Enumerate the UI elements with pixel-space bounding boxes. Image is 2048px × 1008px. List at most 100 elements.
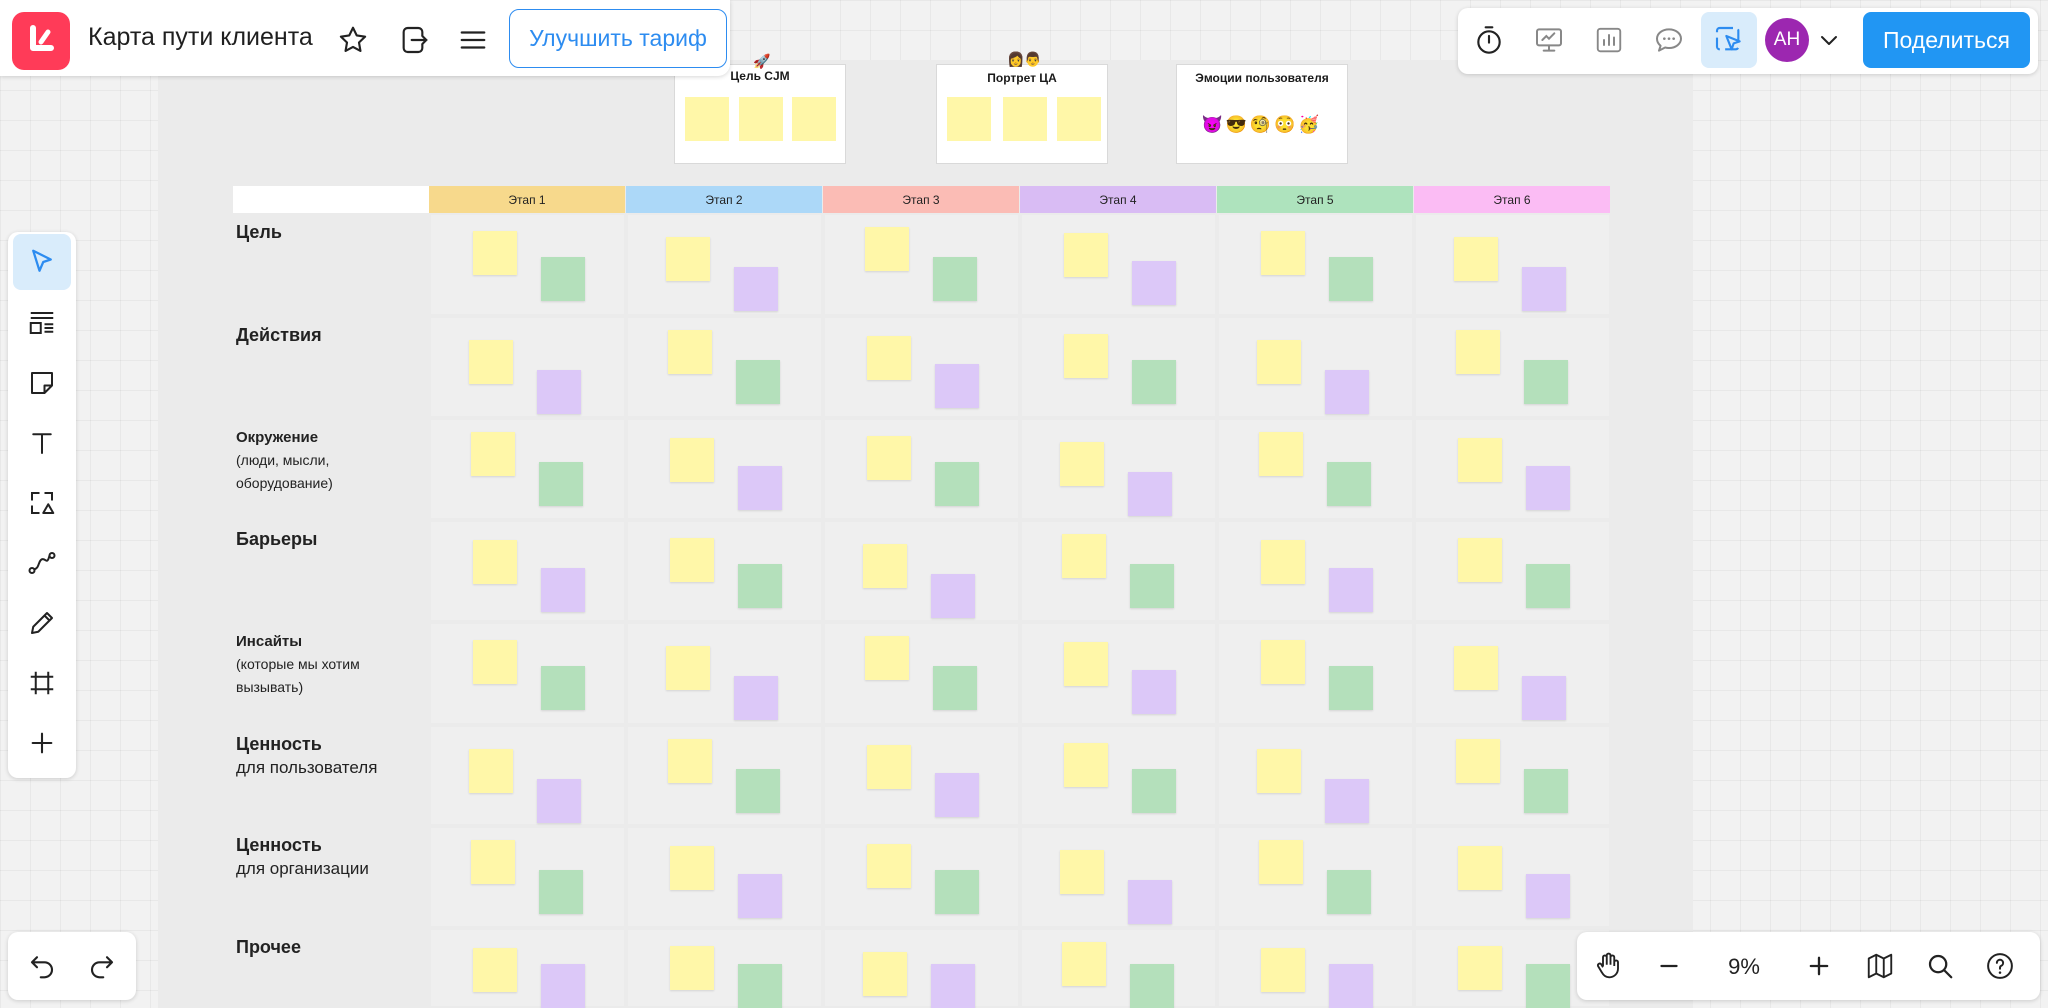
matrix-cell[interactable] xyxy=(1022,624,1215,723)
sticky-note-yellow[interactable] xyxy=(666,646,710,690)
sticky-note-green[interactable] xyxy=(933,257,977,301)
hand-icon[interactable] xyxy=(1588,946,1628,986)
sticky-note-yellow[interactable] xyxy=(666,237,710,281)
matrix-cell[interactable] xyxy=(431,624,624,723)
matrix-cell[interactable] xyxy=(1416,522,1609,620)
sticky-note[interactable] xyxy=(739,97,783,141)
sticky-note-green[interactable] xyxy=(1327,870,1371,914)
matrix-cell[interactable] xyxy=(628,522,821,620)
matrix-cell[interactable] xyxy=(1022,828,1215,926)
sticky-note-yellow[interactable] xyxy=(1261,948,1305,992)
redo-icon[interactable] xyxy=(80,946,124,986)
sticky-note[interactable] xyxy=(947,97,991,141)
matrix-cell[interactable] xyxy=(1219,624,1412,723)
stage-header[interactable]: Этап 3 xyxy=(823,186,1019,213)
stage-header[interactable]: Этап 5 xyxy=(1217,186,1413,213)
sticky-note-yellow[interactable] xyxy=(1454,237,1498,281)
voting-icon[interactable] xyxy=(1589,20,1629,60)
search-icon[interactable] xyxy=(1920,946,1960,986)
matrix-cell[interactable] xyxy=(628,420,821,518)
sticky-note-purple[interactable] xyxy=(935,364,979,408)
shapes-tool-icon[interactable] xyxy=(18,483,66,523)
sticky-note-yellow[interactable] xyxy=(1064,233,1108,277)
matrix-cell[interactable] xyxy=(1416,624,1609,723)
matrix-cell[interactable] xyxy=(825,318,1018,416)
sticky-note-green[interactable] xyxy=(541,666,585,710)
matrix-cell[interactable] xyxy=(431,727,624,824)
sticky-note-purple[interactable] xyxy=(1132,261,1176,305)
sticky-note-green[interactable] xyxy=(738,964,782,1008)
matrix-cell[interactable] xyxy=(1416,318,1609,416)
add-tool-icon[interactable] xyxy=(18,723,66,763)
sticky-note-yellow[interactable] xyxy=(1458,846,1502,890)
sticky-note-yellow[interactable] xyxy=(1257,749,1301,793)
sticky-note-purple[interactable] xyxy=(1132,670,1176,714)
sticky-note-yellow[interactable] xyxy=(863,952,907,996)
matrix-cell[interactable] xyxy=(1022,727,1215,824)
sticky-note-yellow[interactable] xyxy=(670,846,714,890)
sticky-note-green[interactable] xyxy=(738,564,782,608)
matrix-cell[interactable] xyxy=(1022,420,1215,518)
matrix-cell[interactable] xyxy=(1416,420,1609,518)
sticky-note-yellow[interactable] xyxy=(670,538,714,582)
matrix-cell[interactable] xyxy=(825,727,1018,824)
sticky-note-green[interactable] xyxy=(539,870,583,914)
sticky-note-yellow[interactable] xyxy=(1259,432,1303,476)
sticky-note-yellow[interactable] xyxy=(1259,840,1303,884)
sticky-note-purple[interactable] xyxy=(541,568,585,612)
sticky-note-yellow[interactable] xyxy=(1261,640,1305,684)
undo-icon[interactable] xyxy=(20,946,64,986)
sticky-note-tool-icon[interactable] xyxy=(18,363,66,403)
templates-tool-icon[interactable] xyxy=(18,303,66,343)
sticky-note-yellow[interactable] xyxy=(1456,330,1500,374)
matrix-cell[interactable] xyxy=(1219,318,1412,416)
sticky-note-green[interactable] xyxy=(1524,769,1568,813)
sticky-note-purple[interactable] xyxy=(1329,568,1373,612)
matrix-cell[interactable] xyxy=(1416,727,1609,824)
row-label[interactable]: Ценность для пользователя xyxy=(236,733,377,779)
sticky-note-purple[interactable] xyxy=(734,676,778,720)
sticky-note-green[interactable] xyxy=(1329,666,1373,710)
matrix-cell[interactable] xyxy=(1219,727,1412,824)
sticky-note-yellow[interactable] xyxy=(1060,850,1104,894)
matrix-cell[interactable] xyxy=(628,624,821,723)
sticky-note-yellow[interactable] xyxy=(668,330,712,374)
sticky-note-yellow[interactable] xyxy=(1064,334,1108,378)
row-label[interactable]: Инсайты (которые мы хотим вызывать) xyxy=(236,630,386,699)
sticky-note-green[interactable] xyxy=(736,360,780,404)
sticky-note-yellow[interactable] xyxy=(670,438,714,482)
sticky-note-green[interactable] xyxy=(1327,462,1371,506)
sticky-note-purple[interactable] xyxy=(1329,964,1373,1008)
sticky-note-yellow[interactable] xyxy=(1062,534,1106,578)
matrix-cell[interactable] xyxy=(1416,215,1609,314)
sticky-note[interactable] xyxy=(1003,97,1047,141)
matrix-cell[interactable] xyxy=(628,215,821,314)
menu-icon[interactable] xyxy=(453,20,493,60)
upgrade-plan-button[interactable]: Улучшить тариф xyxy=(509,9,727,68)
sticky-note[interactable] xyxy=(1057,97,1101,141)
matrix-cell[interactable] xyxy=(1219,420,1412,518)
select-tool-icon[interactable] xyxy=(13,234,71,290)
sticky-note-yellow[interactable] xyxy=(1456,739,1500,783)
sticky-note-purple[interactable] xyxy=(1526,874,1570,918)
sticky-note-yellow[interactable] xyxy=(865,636,909,680)
sticky-note-yellow[interactable] xyxy=(1458,946,1502,990)
sticky-note-green[interactable] xyxy=(539,462,583,506)
matrix-cell[interactable] xyxy=(825,828,1018,926)
sticky-note-yellow[interactable] xyxy=(1064,743,1108,787)
sticky-note-yellow[interactable] xyxy=(469,749,513,793)
sticky-note-purple[interactable] xyxy=(931,964,975,1008)
board-title[interactable]: Карта пути клиента xyxy=(88,23,313,52)
sticky-note-purple[interactable] xyxy=(738,874,782,918)
matrix-cell[interactable] xyxy=(825,930,1018,1006)
sticky-note-purple[interactable] xyxy=(935,773,979,817)
pen-tool-icon[interactable] xyxy=(18,603,66,643)
sticky-note-yellow[interactable] xyxy=(471,840,515,884)
share-button[interactable]: Поделиться xyxy=(1863,12,2030,68)
chevron-down-icon[interactable] xyxy=(1815,24,1843,56)
matrix-cell[interactable] xyxy=(431,828,624,926)
sticky-note-yellow[interactable] xyxy=(1261,231,1305,275)
sticky-note-yellow[interactable] xyxy=(473,540,517,584)
sticky-note-purple[interactable] xyxy=(738,466,782,510)
help-icon[interactable] xyxy=(1980,946,2020,986)
